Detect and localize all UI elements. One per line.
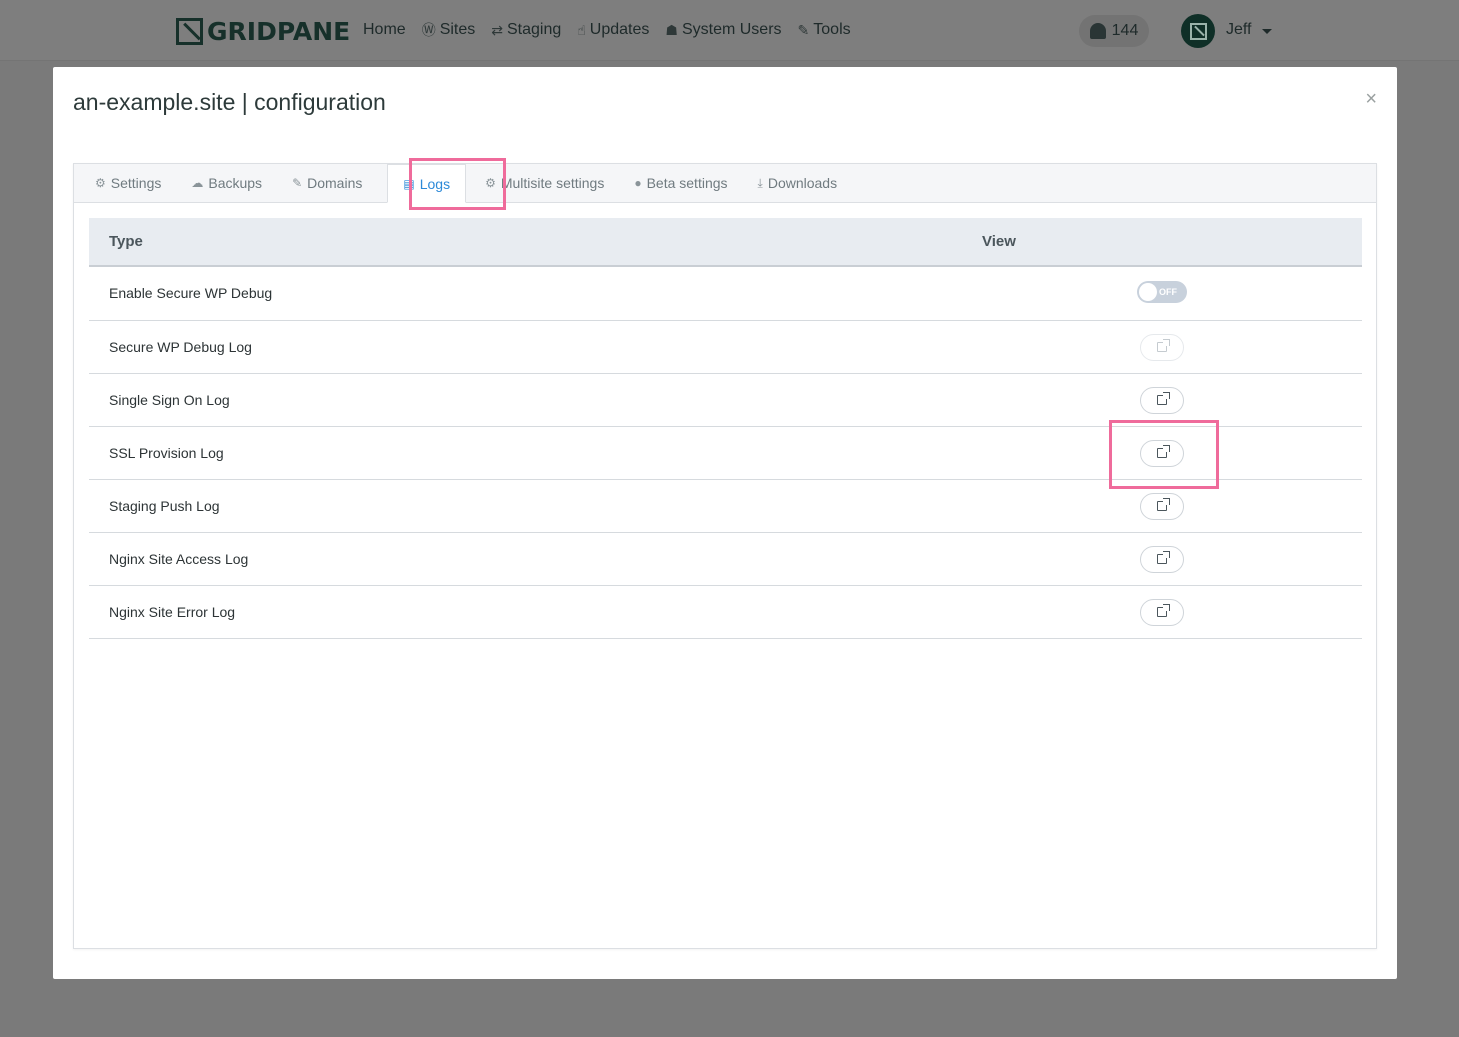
tab-label: Beta settings bbox=[646, 175, 728, 191]
view-log-button[interactable] bbox=[1140, 545, 1184, 573]
log-type-label: Staging Push Log bbox=[89, 479, 982, 533]
table-row: Nginx Site Access Log bbox=[89, 532, 1362, 586]
view-cell bbox=[982, 426, 1362, 480]
tab-label: Settings bbox=[110, 175, 162, 191]
view-log-button[interactable] bbox=[1140, 492, 1184, 520]
thumbs-up-icon: ☝ bbox=[577, 21, 586, 38]
notifications-count: 144 bbox=[1111, 22, 1139, 39]
view-log-button-disabled bbox=[1140, 333, 1184, 361]
nav-link-system-users[interactable]: ☗ System Users bbox=[665, 20, 781, 40]
edit-icon: ✎ bbox=[292, 176, 303, 190]
nav-link-updates[interactable]: ☝ Updates bbox=[577, 20, 649, 40]
log-type-label: Nginx Site Access Log bbox=[89, 532, 982, 586]
column-header-type: Type bbox=[89, 218, 982, 267]
tab-domains[interactable]: ✎ Domains bbox=[281, 164, 373, 202]
close-icon[interactable]: × bbox=[1365, 89, 1377, 109]
tab-label: Backups bbox=[208, 175, 263, 191]
external-link-icon bbox=[1157, 392, 1170, 405]
tab-backups[interactable]: ☁ Backups bbox=[180, 164, 273, 202]
gridpane-logo-icon bbox=[176, 17, 203, 45]
gear-icon: ⚙ bbox=[485, 176, 496, 190]
table-row: Single Sign On Log bbox=[89, 373, 1362, 427]
log-type-label: SSL Provision Log bbox=[89, 426, 982, 480]
nav-link-label: Updates bbox=[589, 21, 650, 38]
view-log-button[interactable] bbox=[1140, 386, 1184, 414]
avatar-logo-icon bbox=[1189, 22, 1207, 40]
top-navbar: GRIDPANE Home Ⓦ Sites ⇄ Staging ☝ Updates ☗… bbox=[0, 0, 1459, 61]
external-link-icon bbox=[1157, 445, 1170, 458]
tab-label: Downloads bbox=[767, 175, 838, 191]
view-cell bbox=[982, 479, 1362, 533]
view-cell bbox=[982, 373, 1362, 427]
view-ssl-log-button[interactable] bbox=[1140, 439, 1184, 467]
document-icon: ▤ bbox=[403, 176, 415, 191]
avatar[interactable] bbox=[1181, 14, 1215, 48]
config-card: ⚙ Settings ☁ Backups ✎ Domains ▤ Logs ⚙ … bbox=[73, 163, 1377, 949]
wrench-icon: ✎ bbox=[797, 21, 810, 38]
nav-link-staging[interactable]: ⇄ Staging bbox=[491, 20, 561, 40]
nav-link-sites[interactable]: Ⓦ Sites bbox=[422, 20, 476, 40]
info-icon: ● bbox=[634, 176, 642, 190]
table-row: Staging Push Log bbox=[89, 479, 1362, 533]
external-link-icon bbox=[1157, 339, 1170, 352]
external-link-icon bbox=[1157, 551, 1170, 564]
log-type-label: Single Sign On Log bbox=[89, 373, 982, 427]
view-cell: OFF bbox=[982, 266, 1362, 321]
nav-link-label: Staging bbox=[507, 21, 562, 38]
view-cell bbox=[982, 585, 1362, 639]
tab-bar: ⚙ Settings ☁ Backups ✎ Domains ▤ Logs ⚙ … bbox=[74, 164, 1376, 203]
tab-label: Multisite settings bbox=[500, 175, 605, 191]
nav-link-label: Sites bbox=[439, 21, 476, 38]
nav-link-label: Home bbox=[363, 21, 406, 38]
user-secret-icon: ☗ bbox=[665, 21, 678, 38]
toggle-knob bbox=[1139, 283, 1157, 301]
view-cell bbox=[982, 320, 1362, 374]
secure-debug-toggle[interactable]: OFF bbox=[1137, 281, 1187, 303]
configuration-modal: an-example.site | configuration × ⚙ Sett… bbox=[53, 67, 1397, 979]
nav-link-label: System Users bbox=[681, 21, 782, 38]
logo-text: GRIDPANE bbox=[207, 16, 351, 46]
nav-link-tools[interactable]: ✎ Tools bbox=[798, 20, 851, 40]
tab-label: Logs bbox=[419, 175, 451, 192]
download-icon: ⤓ bbox=[757, 175, 763, 190]
log-type-label: Nginx Site Error Log bbox=[89, 585, 982, 639]
log-type-label: Enable Secure WP Debug bbox=[89, 266, 982, 321]
bell-icon bbox=[1089, 23, 1106, 39]
cloud-icon: ☁ bbox=[191, 176, 204, 190]
nav-link-label: Tools bbox=[813, 21, 851, 38]
table-row: Secure WP Debug Log bbox=[89, 320, 1362, 374]
external-link-icon bbox=[1157, 498, 1170, 511]
sync-icon: ⇄ bbox=[491, 21, 503, 38]
user-menu-name[interactable]: Jeff bbox=[1226, 21, 1252, 39]
wordpress-icon: Ⓦ bbox=[421, 22, 436, 38]
toggle-state-label: OFF bbox=[1159, 287, 1177, 297]
gear-icon: ⚙ bbox=[95, 176, 106, 190]
caret-down-icon[interactable] bbox=[1262, 29, 1272, 34]
nav-link-home[interactable]: Home bbox=[363, 20, 406, 40]
tab-downloads[interactable]: ⤓ Downloads bbox=[747, 164, 849, 202]
gridpane-logo[interactable]: GRIDPANE bbox=[176, 16, 350, 46]
view-log-button[interactable] bbox=[1140, 598, 1184, 626]
nav-links: Home Ⓦ Sites ⇄ Staging ☝ Updates ☗ System Us… bbox=[363, 20, 851, 40]
column-header-view: View bbox=[982, 218, 1362, 267]
tab-settings[interactable]: ⚙ Settings bbox=[84, 164, 172, 202]
table-header-row: Type View bbox=[89, 218, 1362, 267]
tab-beta-settings[interactable]: ● Beta settings bbox=[623, 164, 738, 202]
external-link-icon bbox=[1157, 604, 1170, 617]
tab-label: Domains bbox=[307, 175, 363, 191]
tab-logs[interactable]: ▤ Logs bbox=[387, 164, 467, 203]
tab-multisite-settings[interactable]: ⚙ Multisite settings bbox=[474, 164, 615, 202]
notifications-button[interactable]: 144 bbox=[1079, 15, 1149, 47]
modal-title: an-example.site | configuration bbox=[73, 89, 386, 115]
view-cell bbox=[982, 532, 1362, 586]
log-type-label: Secure WP Debug Log bbox=[89, 320, 982, 374]
logs-table: Type View Enable Secure WP Debug OFF Sec… bbox=[89, 218, 1362, 639]
table-row: SSL Provision Log bbox=[89, 426, 1362, 480]
table-row: Enable Secure WP Debug OFF bbox=[89, 266, 1362, 321]
table-row: Nginx Site Error Log bbox=[89, 585, 1362, 639]
